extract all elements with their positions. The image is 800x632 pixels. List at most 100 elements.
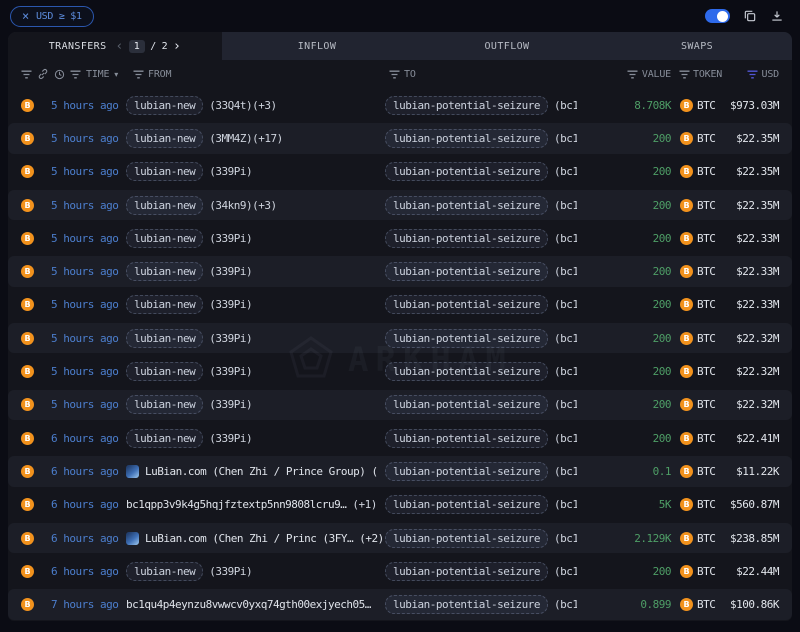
from-entity-pill[interactable]: lubian-new [126,128,204,148]
filter-icon[interactable] [70,70,81,79]
table-row[interactable]: B 5 hours ago lubian-new (33Q4t)(+3) lub… [8,90,792,120]
table-row[interactable]: B 7 hours ago bc1qu4p4eynzu8vwwcv0yxq74g… [8,589,792,620]
download-icon[interactable] [770,9,784,23]
table-row[interactable]: B 5 hours ago lubian-new (3MM4Z)(+17) lu… [8,123,792,154]
from-entity-pill[interactable]: lubian-new [126,362,204,382]
link-icon[interactable] [37,68,49,80]
table-row[interactable]: B 5 hours ago lubian-new (339Pi) lubian-… [8,356,792,386]
from-entity-pill[interactable]: lubian-new [126,195,204,215]
transfer-time[interactable]: 6 hours ago [34,432,119,445]
transfer-time[interactable]: 6 hours ago [34,532,119,545]
table-row[interactable]: B 6 hours ago bc1qpp3v9k4g5hqjfztextp5nn… [8,490,792,520]
table-row[interactable]: B 6 hours ago LuBian.com (Chen Zhi / Pri… [8,456,792,487]
from-address-text[interactable]: LuBian.com (Chen Zhi / Princ (3FY… (+2) [145,532,384,545]
from-entity-pill[interactable]: lubian-new [126,95,204,115]
value-cell: 200 [652,198,672,212]
from-address-text[interactable]: LuBian.com (Chen Zhi / Prince Group) ( [145,465,378,478]
usd-filter-chip[interactable]: × USD ≥ $1 [10,5,94,27]
filter-icon[interactable] [627,70,638,79]
to-entity-pill[interactable]: lubian-potential-seizure [385,162,548,182]
from-entity-pill[interactable]: lubian-new [126,395,204,415]
close-icon[interactable]: × [22,10,29,22]
header-from[interactable]: FROM [148,69,171,80]
transfer-time[interactable]: 5 hours ago [34,398,119,411]
transfer-time[interactable]: 5 hours ago [34,365,119,378]
prev-page-chevron-icon[interactable]: ‹ [116,39,124,54]
transfer-time[interactable]: 5 hours ago [34,199,119,212]
to-suffix: (bc1qv) [553,265,577,279]
to-entity-pill[interactable]: lubian-potential-seizure [385,495,548,515]
transfer-time[interactable]: 5 hours ago [34,332,119,345]
btc-icon: B [21,598,34,612]
table-row[interactable]: B 5 hours ago lubian-new (339Pi) lubian-… [8,323,792,354]
to-entity-pill[interactable]: lubian-potential-seizure [385,328,548,348]
transfer-time[interactable]: 6 hours ago [34,565,119,578]
table-row[interactable]: B 5 hours ago lubian-new (34kn9)(+3) lub… [8,189,792,221]
clock-icon[interactable] [54,69,65,80]
from-entity-pill[interactable]: lubian-new [126,295,204,315]
value-cell: 200 [652,265,672,279]
filter-icon-active[interactable] [747,70,758,79]
header-to[interactable]: TO [404,69,416,80]
value-cell: 200 [652,564,672,578]
to-entity-pill[interactable]: lubian-potential-seizure [385,262,548,282]
transfer-time[interactable]: 6 hours ago [34,498,119,511]
header-value[interactable]: VALUE [642,69,671,80]
to-entity-pill[interactable]: lubian-potential-seizure [385,428,548,448]
table-header: TIME ▾ FROM TO VALUE TOKEN USD [8,60,792,88]
to-entity-pill[interactable]: lubian-potential-seizure [385,95,548,115]
to-entity-pill[interactable]: lubian-potential-seizure [385,561,548,581]
table-row[interactable]: B 6 hours ago lubian-new (339Pi) lubian-… [8,556,792,586]
from-entity-pill[interactable]: lubian-new [126,262,204,282]
header-usd[interactable]: USD [762,69,780,80]
filter-icon[interactable] [679,70,690,79]
header-time[interactable]: TIME [86,69,109,80]
transfer-time[interactable]: 6 hours ago [34,465,119,478]
table-row[interactable]: B 6 hours ago LuBian.com (Chen Zhi / Pri… [8,522,792,554]
token-symbol: BTC [697,398,716,412]
to-entity-pill[interactable]: lubian-potential-seizure [385,362,548,382]
table-row[interactable]: B 5 hours ago lubian-new (339Pi) lubian-… [8,157,792,187]
table-row[interactable]: B 5 hours ago lubian-new (339Pi) lubian-… [8,223,792,253]
filter-icon[interactable] [133,70,144,79]
to-entity-pill[interactable]: lubian-potential-seizure [385,295,548,315]
transfer-time[interactable]: 7 hours ago [34,598,119,611]
from-entity-pill[interactable]: lubian-new [126,162,204,182]
transfer-time[interactable]: 5 hours ago [34,265,119,278]
transfer-time[interactable]: 5 hours ago [34,165,119,178]
from-entity-pill[interactable]: lubian-new [126,561,204,581]
to-entity-pill[interactable]: lubian-potential-seizure [385,195,548,215]
table-row[interactable]: B 5 hours ago lubian-new (339Pi) lubian-… [8,290,792,320]
tab-outflow[interactable]: OUTFLOW [412,32,602,60]
to-entity-pill[interactable]: lubian-potential-seizure [385,595,548,615]
table-row[interactable]: B 5 hours ago lubian-new (339Pi) lubian-… [8,256,792,287]
transfer-time[interactable]: 5 hours ago [34,298,119,311]
to-entity-pill[interactable]: lubian-potential-seizure [385,228,548,248]
filter-icon[interactable] [21,70,32,79]
from-address-text[interactable]: bc1qpp3v9k4g5hqjfztextp5nn9808lcru9… [126,498,347,511]
next-page-chevron-icon[interactable]: › [173,39,181,54]
from-address-text[interactable]: bc1qu4p4eynzu8vwwcv0yxq74gth00exjyech05… [126,598,371,611]
transfer-time[interactable]: 5 hours ago [34,99,119,112]
transfer-time[interactable]: 5 hours ago [34,132,119,145]
table-row[interactable]: B 6 hours ago lubian-new (339Pi) lubian-… [8,423,792,453]
tab-inflow[interactable]: INFLOW [222,32,412,60]
tab-transfers[interactable]: TRANSFERS ‹ 1 / 2 › [8,32,222,60]
btc-icon: B [680,398,693,412]
filter-icon[interactable] [389,70,400,79]
to-entity-pill[interactable]: lubian-potential-seizure [385,395,548,415]
from-entity-pill[interactable]: lubian-new [126,228,204,248]
to-entity-pill[interactable]: lubian-potential-seizure [385,128,548,148]
to-entity-pill[interactable]: lubian-potential-seizure [385,528,548,548]
from-entity-pill[interactable]: lubian-new [126,428,204,448]
header-token[interactable]: TOKEN [693,69,722,80]
tab-swaps[interactable]: SWAPS [602,32,792,60]
copy-icon[interactable] [743,9,757,23]
from-entity-pill[interactable]: lubian-new [126,328,204,348]
to-entity-pill[interactable]: lubian-potential-seizure [385,461,548,481]
transfer-time[interactable]: 5 hours ago [34,232,119,245]
tab-swaps-label: SWAPS [680,40,714,52]
to-cell: lubian-potential-seizure (bc1qv) [385,395,577,415]
usd-toggle[interactable] [705,9,730,23]
table-row[interactable]: B 5 hours ago lubian-new (339Pi) lubian-… [8,389,792,420]
